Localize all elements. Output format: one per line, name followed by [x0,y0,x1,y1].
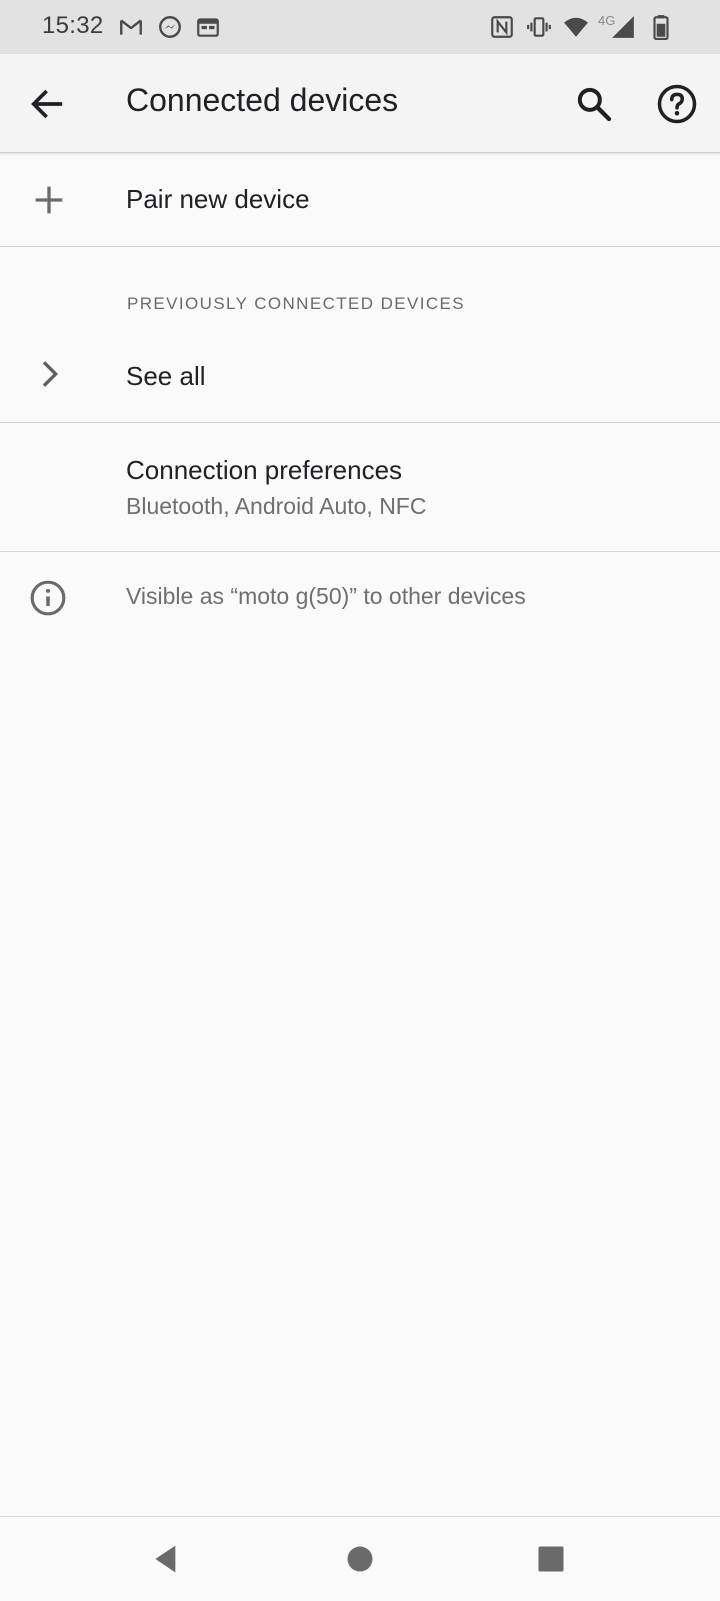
nfc-icon [489,14,515,40]
status-time: 15:32 [42,12,104,39]
4g-signal-icon [610,14,636,40]
plus-icon [29,180,69,220]
arrow-back-icon[interactable] [27,84,67,124]
navigation-bar [0,1516,720,1601]
wifi-icon [563,14,589,40]
chevron-right-icon [29,354,69,394]
help-icon[interactable] [656,83,698,125]
previously-connected-header: PREVIOUSLY CONNECTED DEVICES [127,294,466,313]
see-all-row[interactable]: See all [0,334,720,422]
see-all-label: See all [126,361,206,391]
calendar-icon [195,14,221,40]
gmail-icon [118,14,144,40]
pair-new-device-label: Pair new device [126,184,310,214]
page-title: Connected devices [126,82,399,118]
back-triangle-icon[interactable] [147,1539,187,1579]
pair-new-device-row[interactable]: Pair new device [0,153,720,246]
connection-preferences-summary: Bluetooth, Android Auto, NFC [126,493,427,519]
info-icon [29,579,67,617]
search-icon[interactable] [574,84,614,124]
vibrate-icon [526,14,552,40]
visibility-info-text: Visible as “moto g(50)” to other devices [126,583,526,609]
divider [0,246,720,247]
connection-preferences-row[interactable]: Connection preferences Bluetooth, Androi… [0,423,720,550]
recents-square-icon[interactable] [531,1539,571,1579]
connection-preferences-title: Connection preferences [126,455,403,485]
status-bar: 15:32 4G [0,0,720,54]
battery-icon [653,14,669,40]
messenger-icon [157,14,183,40]
home-circle-icon[interactable] [340,1539,380,1579]
app-bar: Connected devices [0,54,720,153]
